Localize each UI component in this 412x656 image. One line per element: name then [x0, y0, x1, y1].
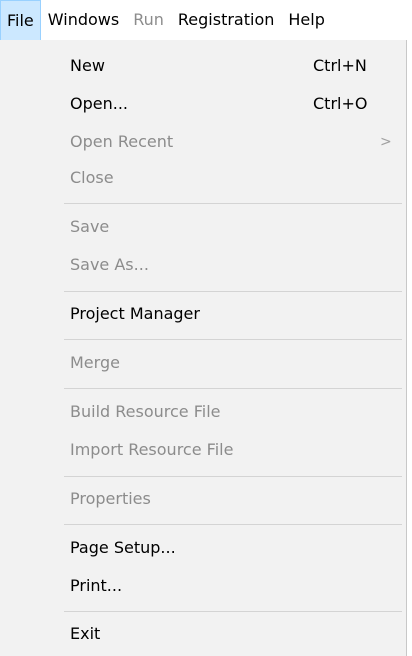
menu-item-import-resource-file[interactable]: Import Resource File: [0, 431, 407, 469]
menu-item-project-manager[interactable]: Project Manager: [0, 295, 407, 333]
menu-item-new[interactable]: New Ctrl+N: [0, 47, 407, 85]
menu-separator: [64, 476, 402, 477]
menubar-windows[interactable]: Windows: [41, 0, 126, 40]
menu-item-print[interactable]: Print...: [0, 567, 407, 605]
menu-separator: [64, 291, 402, 292]
menu-item-label: Open...: [70, 94, 128, 113]
menu-item-label: Merge: [70, 353, 120, 372]
menu-item-label: Project Manager: [70, 304, 200, 323]
menu-item-save-as[interactable]: Save As...: [0, 246, 407, 284]
menu-item-label: Close: [70, 168, 114, 187]
menu-item-build-resource-file[interactable]: Build Resource File: [0, 393, 407, 431]
menu-item-open[interactable]: Open... Ctrl+O: [0, 85, 407, 123]
menu-item-merge[interactable]: Merge: [0, 344, 407, 382]
menu-item-label: Save As...: [70, 255, 149, 274]
menu-separator: [64, 611, 402, 612]
menu-separator: [64, 339, 402, 340]
menu-item-shortcut: Ctrl+O: [313, 94, 368, 113]
menu-bar: File Windows Run Registration Help: [0, 0, 412, 40]
menu-item-save[interactable]: Save: [0, 208, 407, 246]
menu-item-label: Save: [70, 217, 110, 236]
menu-item-page-setup[interactable]: Page Setup...: [0, 529, 407, 567]
menu-item-label: Page Setup...: [70, 538, 176, 557]
menu-item-label: Import Resource File: [70, 440, 234, 459]
menu-item-label: Exit: [70, 624, 101, 643]
menu-item-label: New: [70, 56, 105, 75]
menu-item-exit[interactable]: Exit: [0, 615, 407, 653]
menubar-registration[interactable]: Registration: [171, 0, 281, 40]
menu-separator: [64, 203, 402, 204]
menu-item-open-recent[interactable]: Open Recent >: [0, 123, 407, 161]
menu-item-shortcut: Ctrl+N: [313, 56, 367, 75]
menubar-file[interactable]: File: [0, 0, 41, 40]
menu-item-label: Build Resource File: [70, 402, 221, 421]
menubar-help[interactable]: Help: [281, 0, 331, 40]
menu-separator: [64, 524, 402, 525]
menubar-run[interactable]: Run: [126, 0, 171, 40]
menu-item-label: Open Recent: [70, 132, 174, 151]
menu-item-close[interactable]: Close: [0, 159, 407, 197]
chevron-right-icon: >: [380, 134, 392, 150]
menu-item-properties[interactable]: Properties: [0, 480, 407, 518]
menu-item-label: Print...: [70, 576, 123, 595]
menu-separator: [64, 388, 402, 389]
menu-item-label: Properties: [70, 489, 151, 508]
file-menu-dropdown: New Ctrl+N Open... Ctrl+O Open Recent > …: [0, 40, 407, 656]
